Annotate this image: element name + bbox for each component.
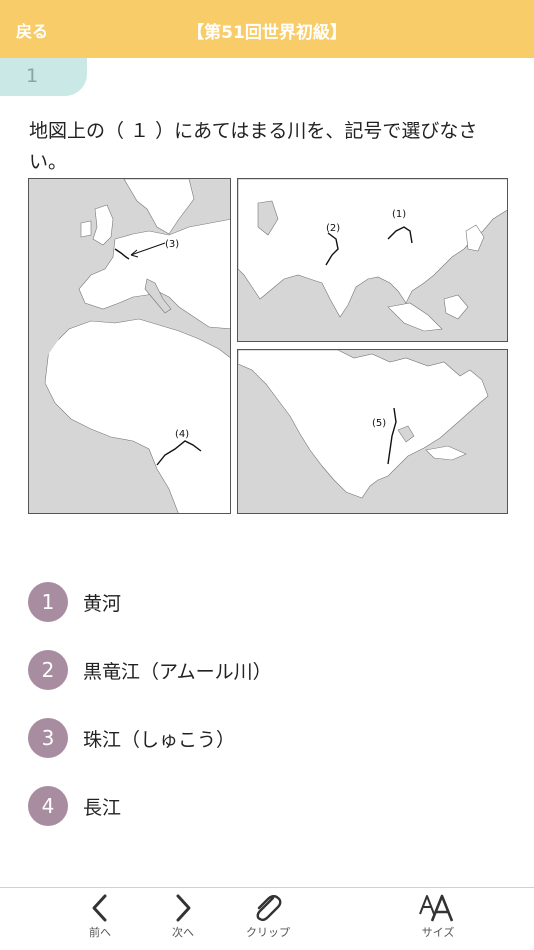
option-2-number: 2 [28,650,68,690]
clip-button[interactable]: クリップ [238,892,298,948]
option-3-number: 3 [28,718,68,758]
map-asia: (2) (1) [237,178,508,342]
option-4-label: 長江 [83,797,122,819]
clip-label: クリップ [246,926,290,939]
option-4-number: 4 [28,786,68,826]
option-4[interactable]: 4 長江 [28,786,488,826]
map-label-5: (5) [372,418,386,429]
prev-label: 前へ [89,926,111,939]
map-label-1: (1) [392,209,406,220]
question-text: 地図上の（ １ ）にあてはまる川を、記号で選びなさい。 [29,120,478,173]
text-size-icon [419,894,454,922]
option-3[interactable]: 3 珠江（しゅこう） [28,718,488,758]
map-europe-africa-graphic: (3) (4) [29,179,230,513]
option-1-number: 1 [28,582,68,622]
size-button[interactable]: サイズ [414,892,462,948]
map-north-america: (5) [237,349,508,514]
option-3-label: 珠江（しゅこう） [83,729,236,751]
chevron-right-icon [176,894,191,922]
option-1-label: 黄河 [83,593,122,615]
question-number: 1 [26,65,39,87]
paperclip-icon [256,895,282,922]
map-label-4: (4) [175,429,189,440]
chevron-left-icon [92,894,107,922]
map-europe-africa: (3) (4) [28,178,231,514]
map-north-america-graphic: (5) [238,350,489,499]
option-1[interactable]: 1 黄河 [28,582,488,622]
question-number-tab: 1 [0,58,87,96]
option-2[interactable]: 2 黒竜江（アムール川） [28,650,488,690]
page-title: 【第51回世界初級】 [187,23,347,43]
bottom-toolbar: 前へ 次へ クリップ サイズ [0,887,534,950]
map-asia-graphic: (2) (1) [238,179,507,332]
option-2-label: 黒竜江（アムール川） [83,661,272,683]
app-header: 戻る 【第51回世界初級】 [0,0,534,58]
prev-button[interactable]: 前へ [78,892,122,948]
next-label: 次へ [172,926,194,939]
size-label: サイズ [421,926,455,939]
map-label-2: (2) [326,223,340,234]
map-label-3: (3) [165,239,179,250]
next-button[interactable]: 次へ [161,892,205,948]
